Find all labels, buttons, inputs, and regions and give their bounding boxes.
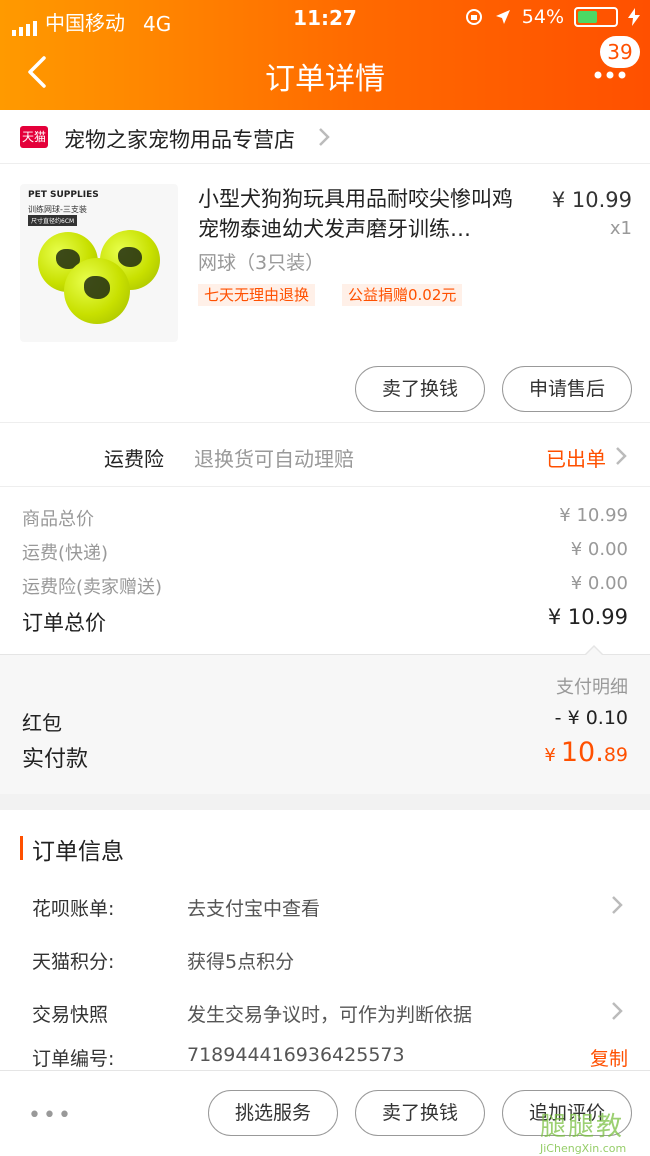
battery-icon	[574, 7, 618, 27]
payment-detail-link[interactable]: 支付明细	[556, 673, 628, 699]
more-actions-icon[interactable]: •••	[28, 1103, 73, 1128]
red-packet-label: 红包	[22, 711, 62, 735]
shipping-insurance-value: ¥ 0.00	[570, 573, 628, 594]
shipping-label: 运费(快递)	[22, 543, 109, 564]
charging-bolt-icon	[628, 8, 640, 26]
payment-detail-box: 支付明细 红包 - ¥ 0.10 实付款 ¥ 10.89	[0, 645, 650, 794]
resell-button[interactable]: 卖了换钱	[355, 366, 485, 412]
subtotal-value: ¥ 10.99	[559, 505, 628, 526]
shop-row[interactable]: 天猫 宠物之家宠物用品专营店	[0, 110, 650, 164]
shipping-insurance-row[interactable]: 运费险 退换货可自动理赔 已出单	[0, 422, 650, 486]
image-caption-brand: PET SUPPLIES	[28, 190, 99, 200]
shop-name[interactable]: 宠物之家宠物用品专营店	[64, 124, 295, 154]
select-service-button[interactable]: 挑选服务	[208, 1090, 338, 1136]
paid-integer: 10.	[560, 737, 604, 768]
amount-paid-label: 实付款	[22, 747, 89, 772]
order-number-label: 订单编号:	[32, 1048, 115, 1070]
section-accent-bar	[20, 836, 23, 860]
watermark-url: JiChengXin.com	[540, 1142, 627, 1155]
after-sales-button[interactable]: 申请售后	[502, 366, 632, 412]
location-arrow-icon	[495, 10, 510, 24]
tennis-ball-image	[64, 258, 130, 324]
message-count-badge[interactable]: 39	[600, 36, 640, 68]
battery-percent: 54%	[521, 6, 564, 28]
huabei-bill-value[interactable]: 去支付宝中查看	[187, 894, 320, 921]
image-caption-type: 训练网球-三支装	[28, 205, 87, 214]
product-spec: 网球（3只装）	[198, 252, 325, 274]
order-total-value: ¥ 10.99	[547, 605, 628, 629]
order-info-section: 订单信息 花呗账单: 去支付宝中查看 天猫积分: 获得5点积分 交易快照 发生交…	[0, 810, 650, 1070]
chevron-right-icon[interactable]	[610, 1000, 624, 1022]
page-title: 订单详情	[265, 62, 385, 97]
chevron-right-icon	[319, 128, 330, 146]
product-image[interactable]: PET SUPPLIES 训练网球-三支装 尺寸直径约6CM	[20, 184, 178, 342]
red-packet-value: - ¥ 0.10	[554, 707, 628, 729]
product-title[interactable]: 小型犬狗狗玩具用品耐咬尖惨叫鸡宠物泰迪幼犬发声磨牙训练…	[198, 184, 528, 244]
trade-snapshot-label: 交易快照	[32, 1004, 109, 1026]
huabei-bill-label: 花呗账单:	[32, 898, 115, 920]
tmall-logo: 天猫	[20, 126, 48, 148]
product-card: PET SUPPLIES 训练网球-三支装 尺寸直径约6CM 小型犬狗狗玩具用品…	[0, 164, 650, 422]
tmall-points-label: 天猫积分:	[32, 951, 115, 973]
product-price: ¥ 10.99	[551, 188, 632, 212]
charity-tag: 公益捐赠0.02元	[342, 284, 463, 306]
watermark-text: 腿腿教	[540, 1112, 625, 1142]
amount-paid-value: ¥ 10.89	[544, 737, 628, 768]
return-policy-tag: 七天无理由退换	[198, 284, 316, 306]
trade-snapshot-value[interactable]: 发生交易争议时，可作为判断依据	[187, 1000, 472, 1027]
order-info-heading: 订单信息	[32, 839, 124, 865]
paid-currency: ¥	[544, 745, 556, 766]
chevron-right-icon[interactable]	[610, 894, 624, 916]
insurance-label: 运费险	[104, 447, 164, 471]
watermark-logo: 腿腿教 JiChengXin.com	[532, 1106, 650, 1156]
resell-footer-button[interactable]: 卖了换钱	[355, 1090, 485, 1136]
shipping-value: ¥ 0.00	[570, 539, 628, 560]
caret-up-fill	[585, 647, 603, 656]
image-caption-size: 尺寸直径约6CM	[28, 215, 78, 226]
chevron-right-icon	[616, 447, 627, 465]
insurance-status: 已出单	[546, 447, 606, 471]
product-quantity: x1	[609, 218, 632, 239]
copy-order-number-button[interactable]: 复制	[590, 1044, 628, 1071]
subtotal-label: 商品总价	[22, 509, 94, 530]
rotation-lock-icon	[465, 9, 482, 25]
cost-breakdown: 商品总价 ¥ 10.99 运费(快递) ¥ 0.00 运费险(卖家赠送) ¥ 0…	[0, 486, 650, 654]
status-bar: 中国移动 4G 11:27 54%	[0, 0, 650, 36]
paid-decimal: 89	[603, 744, 628, 766]
insurance-description: 退换货可自动理赔	[194, 447, 354, 471]
tmall-points-value: 获得5点积分	[187, 951, 295, 973]
shipping-insurance-label: 运费险(卖家赠送)	[22, 577, 163, 598]
order-number-value: 718944416936425573	[187, 1044, 405, 1066]
order-total-label: 订单总价	[22, 611, 106, 635]
header-bar: 中国移动 4G 11:27 54% 订单详情 39	[0, 0, 650, 110]
